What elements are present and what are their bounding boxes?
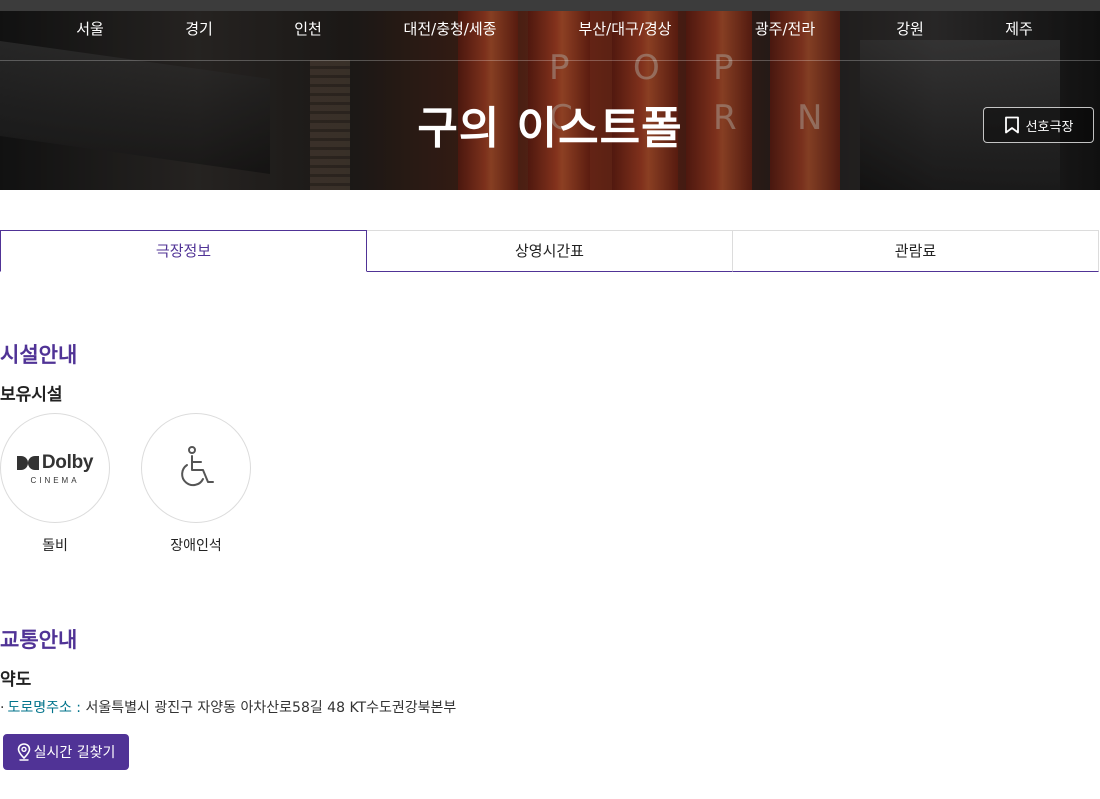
tab-showtimes[interactable]: 상영시간표	[367, 230, 733, 272]
tab-ticket-price[interactable]: 관람료	[733, 230, 1099, 272]
road-address-label: 도로명주소 :	[7, 700, 82, 716]
facilities-section-title: 시설안내	[0, 343, 78, 367]
region-gangwon[interactable]: 강원	[896, 11, 924, 61]
map-pin-icon	[17, 743, 30, 761]
tab-theater-info[interactable]: 극장정보	[0, 230, 367, 272]
realtime-directions-button[interactable]: 실시간 길찾기	[3, 734, 129, 770]
facility-label: 장애인석	[170, 538, 222, 554]
region-daejeon-chungcheong-sejong[interactable]: 대전/충청/세종	[404, 11, 497, 61]
region-seoul[interactable]: 서울	[76, 11, 104, 61]
bullet-icon: ·	[0, 700, 5, 716]
region-nav: 서울 경기 인천 대전/충청/세종 부산/대구/경상 광주/전라 강원 제주	[0, 11, 1100, 61]
favorite-theater-label: 선호극장	[1025, 119, 1074, 135]
theater-tabs: 극장정보 상영시간표 관람료	[0, 230, 1099, 272]
transport-section-title: 교통안내	[0, 628, 78, 652]
dolby-logo-subtext: CINEMA	[30, 475, 80, 485]
facilities-subtitle: 보유시설	[0, 385, 63, 405]
facility-label: 돌비	[42, 538, 68, 554]
region-busan-daegu-gyeongsang[interactable]: 부산/대구/경상	[579, 11, 672, 61]
region-gwangju-jeolla[interactable]: 광주/전라	[755, 11, 815, 61]
road-address-value: 서울특별시 광진구 자양동 아차산로58길 48 KT수도권강북본부	[85, 700, 457, 716]
dolby-double-d-icon	[16, 455, 39, 470]
theater-hero-banner: P O P N R C 서울 경기 인천 대전/충청/세종 부산/대구/경상 광…	[0, 0, 1100, 190]
facility-icon-circle	[141, 413, 251, 523]
favorite-theater-button[interactable]: 선호극장	[983, 107, 1094, 143]
bookmark-icon	[1004, 116, 1019, 134]
facility-icon-circle: Dolby CINEMA	[0, 413, 110, 523]
dolby-cinema-logo: Dolby CINEMA	[16, 451, 94, 485]
region-jeju[interactable]: 제주	[1005, 11, 1033, 61]
top-strip	[0, 0, 1100, 11]
facility-item-wheelchair: 장애인석	[141, 413, 251, 555]
realtime-directions-label: 실시간 길찾기	[33, 745, 116, 761]
dolby-logo-text: Dolby	[41, 451, 94, 473]
region-gyeonggi[interactable]: 경기	[185, 11, 213, 61]
wheelchair-icon	[181, 446, 214, 487]
road-address: · 도로명주소 : 서울특별시 광진구 자양동 아차산로58길 48 KT수도권강…	[0, 697, 456, 717]
theater-title: 구의 이스트폴	[417, 103, 683, 154]
facility-item-dolby: Dolby CINEMA 돌비	[0, 413, 110, 555]
map-subtitle: 약도	[0, 670, 32, 690]
region-incheon[interactable]: 인천	[294, 11, 322, 61]
